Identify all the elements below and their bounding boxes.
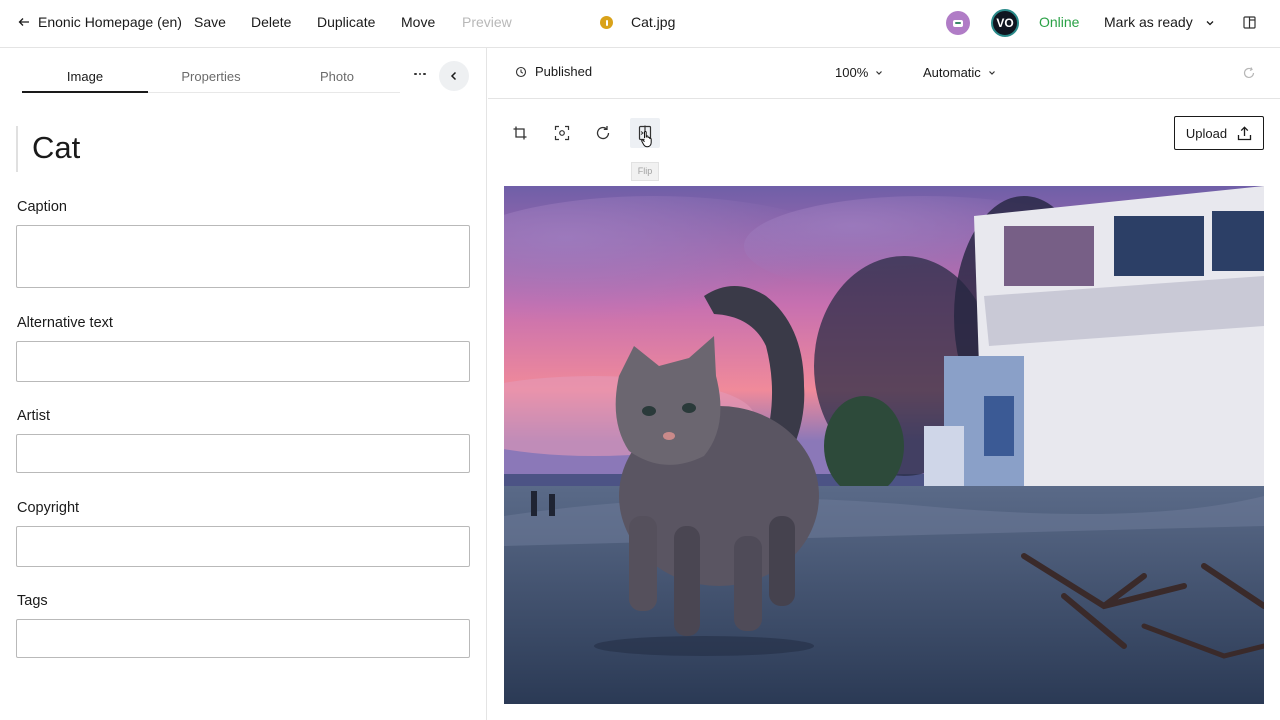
image-editor-panel: Published 100% Automatic Flip Upload [488, 48, 1280, 720]
tags-label: Tags [17, 593, 48, 609]
title-input[interactable]: Cat [32, 130, 80, 166]
upload-label: Upload [1185, 125, 1228, 141]
alt-text-input[interactable] [16, 341, 470, 382]
image-preview[interactable] [504, 186, 1264, 704]
duplicate-button[interactable]: Duplicate [317, 14, 375, 30]
copyright-label: Copyright [17, 500, 80, 516]
artist-input[interactable] [16, 434, 470, 473]
alt-text-label: Alternative text [17, 315, 113, 331]
preview-button[interactable]: Preview [462, 14, 512, 30]
tab-image[interactable]: Image [22, 62, 148, 93]
chevron-down-icon[interactable] [1204, 17, 1216, 29]
move-button[interactable]: Move [401, 14, 435, 30]
refresh-icon[interactable] [1242, 66, 1256, 80]
chevron-left-icon [450, 71, 457, 81]
collapse-panel-button[interactable] [439, 61, 469, 91]
title-field[interactable]: Cat [16, 126, 470, 172]
back-button[interactable]: Enonic Homepage (en) [18, 14, 182, 30]
flip-tooltip: Flip [631, 162, 659, 181]
hand-cursor-icon [641, 130, 652, 148]
file-name: Cat.jpg [631, 14, 676, 30]
save-button[interactable]: Save [194, 14, 226, 30]
caption-label: Caption [17, 199, 67, 215]
focus-button[interactable] [547, 118, 577, 148]
bot-avatar[interactable] [946, 11, 970, 35]
chevron-down-icon [988, 70, 995, 75]
robot-icon [953, 20, 963, 27]
mode-select[interactable]: Automatic [923, 65, 997, 80]
arrow-left-icon [18, 18, 29, 26]
user-avatar[interactable]: VO [991, 9, 1019, 37]
warning-icon [600, 16, 613, 29]
rotate-icon [596, 126, 610, 140]
rotate-button[interactable] [588, 118, 618, 148]
caption-input[interactable] [16, 225, 470, 288]
zoom-select[interactable]: 100% [835, 65, 884, 80]
upload-icon [1237, 125, 1252, 140]
focus-icon [554, 125, 570, 141]
zoom-value: 100% [835, 65, 869, 80]
upload-button[interactable]: Upload [1174, 116, 1264, 150]
mode-value: Automatic [923, 65, 981, 80]
tab-properties[interactable]: Properties [148, 62, 274, 93]
publish-status: Published [515, 64, 592, 79]
back-label: Enonic Homepage (en) [38, 14, 182, 30]
crop-button[interactable] [505, 118, 535, 148]
chevron-down-icon [876, 70, 883, 75]
online-status: Online [1039, 14, 1080, 30]
delete-button[interactable]: Delete [251, 14, 291, 30]
artist-label: Artist [17, 408, 51, 424]
copyright-input[interactable] [16, 526, 470, 567]
publish-status-label: Published [535, 64, 593, 79]
editor-header: Published 100% Automatic [488, 48, 1280, 99]
crop-icon [513, 126, 527, 140]
mark-as-ready-button[interactable]: Mark as ready [1104, 14, 1193, 30]
history-icon [515, 66, 527, 77]
panel-toggle-icon[interactable] [1243, 16, 1256, 29]
form-panel: Image Properties Photo Cat Caption Alter… [0, 48, 487, 720]
tab-bar: Image Properties Photo [22, 62, 400, 93]
tags-input[interactable] [16, 619, 470, 658]
cat-photo [504, 186, 1264, 704]
tab-photo[interactable]: Photo [274, 62, 400, 93]
top-toolbar: Enonic Homepage (en) Save Delete Duplica… [0, 0, 1280, 48]
user-initials: VO [996, 16, 1014, 30]
more-icon[interactable] [411, 68, 429, 80]
